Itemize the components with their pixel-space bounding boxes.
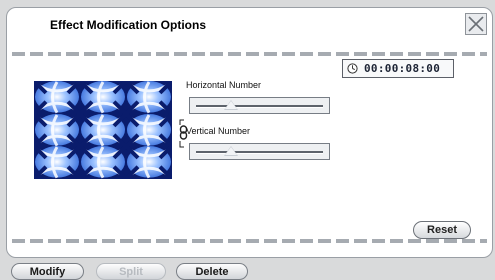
preview-tile [126,146,172,179]
modify-button[interactable]: Modify [11,263,84,280]
dialog-title: Effect Modification Options [50,18,206,32]
bottom-toolbar: Modify Split Delete [0,262,495,280]
slider-track [196,105,323,108]
effect-options-dialog: Effect Modification Options 00:00:08:00 … [6,7,493,258]
delete-button[interactable]: Delete [176,263,248,280]
vertical-number-label: Vertical Number [186,126,251,136]
clock-icon [347,63,358,74]
preview-tile [34,146,80,179]
preview-tile [126,81,172,114]
preview-tile [34,113,80,147]
slider-track [196,151,323,154]
reset-button[interactable]: Reset [413,221,471,239]
chain-link-icon[interactable] [179,119,188,154]
preview-tile [80,146,126,179]
slider-thumb[interactable] [224,146,239,156]
timecode-display: 00:00:08:00 [342,59,454,78]
preview-tile [80,81,126,114]
preview-tile [126,113,172,147]
horizontal-number-slider[interactable] [189,97,330,114]
bottom-divider [12,239,487,243]
vertical-number-slider[interactable] [189,143,330,160]
preview-tile [80,113,126,147]
close-button[interactable] [465,13,487,35]
slider-thumb[interactable] [224,100,239,110]
split-button[interactable]: Split [96,263,166,280]
tiled-image-preview [34,81,172,179]
preview-tile [34,81,80,114]
top-divider [12,52,487,56]
timecode-value: 00:00:08:00 [364,62,441,75]
close-icon [468,16,484,32]
horizontal-number-label: Horizontal Number [186,80,262,90]
